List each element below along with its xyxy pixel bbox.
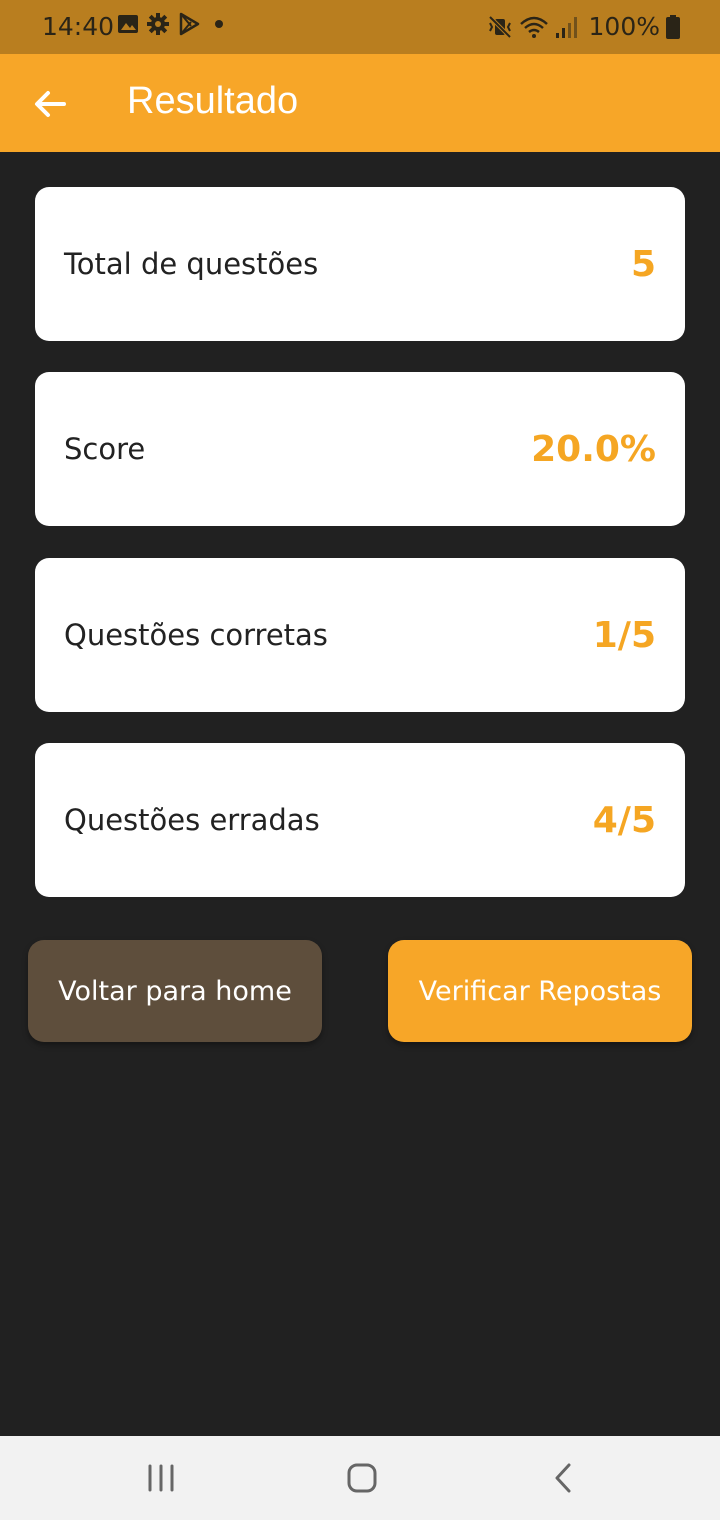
back-to-home-button[interactable]: Voltar para home: [28, 940, 322, 1042]
battery-icon: [666, 14, 680, 39]
arrow-back-icon[interactable]: [28, 82, 72, 126]
system-nav-bar: [0, 1436, 720, 1520]
result-card-wrong: Questões erradas 4/5: [35, 743, 685, 897]
result-value: 4/5: [592, 799, 656, 841]
home-icon[interactable]: [342, 1458, 382, 1498]
battery-percent: 100%: [588, 12, 660, 41]
gallery-icon: [118, 15, 138, 33]
page-title: Resultado: [127, 80, 299, 122]
result-label: Total de questões: [64, 247, 319, 281]
signal-icon: [555, 16, 577, 38]
result-label: Score: [64, 432, 146, 466]
verify-answers-button[interactable]: Verificar Repostas: [388, 940, 692, 1042]
mute-vibrate-icon: [488, 15, 511, 38]
result-card-correct: Questões corretas 1/5: [35, 558, 685, 712]
result-label: Questões erradas: [64, 803, 320, 837]
wifi-icon: [519, 16, 548, 38]
app-bar: Resultado: [0, 54, 720, 152]
result-card-total: Total de questões 5: [35, 187, 685, 341]
result-value: 1/5: [592, 614, 656, 656]
result-label: Questões corretas: [64, 618, 328, 652]
play-store-icon: [179, 12, 200, 36]
status-notification-icons: [117, 12, 229, 36]
recent-apps-icon[interactable]: [141, 1458, 181, 1498]
back-chevron-icon[interactable]: [544, 1458, 584, 1498]
settings-gear-icon: [147, 13, 169, 35]
status-bar: 14:40 100%: [0, 0, 720, 54]
result-value: 5: [630, 243, 656, 285]
dot-icon: [215, 20, 223, 28]
status-system-icons: 100%: [487, 12, 680, 41]
result-value: 20.0%: [531, 428, 656, 470]
status-time: 14:40: [42, 12, 115, 41]
result-card-score: Score 20.0%: [35, 372, 685, 526]
